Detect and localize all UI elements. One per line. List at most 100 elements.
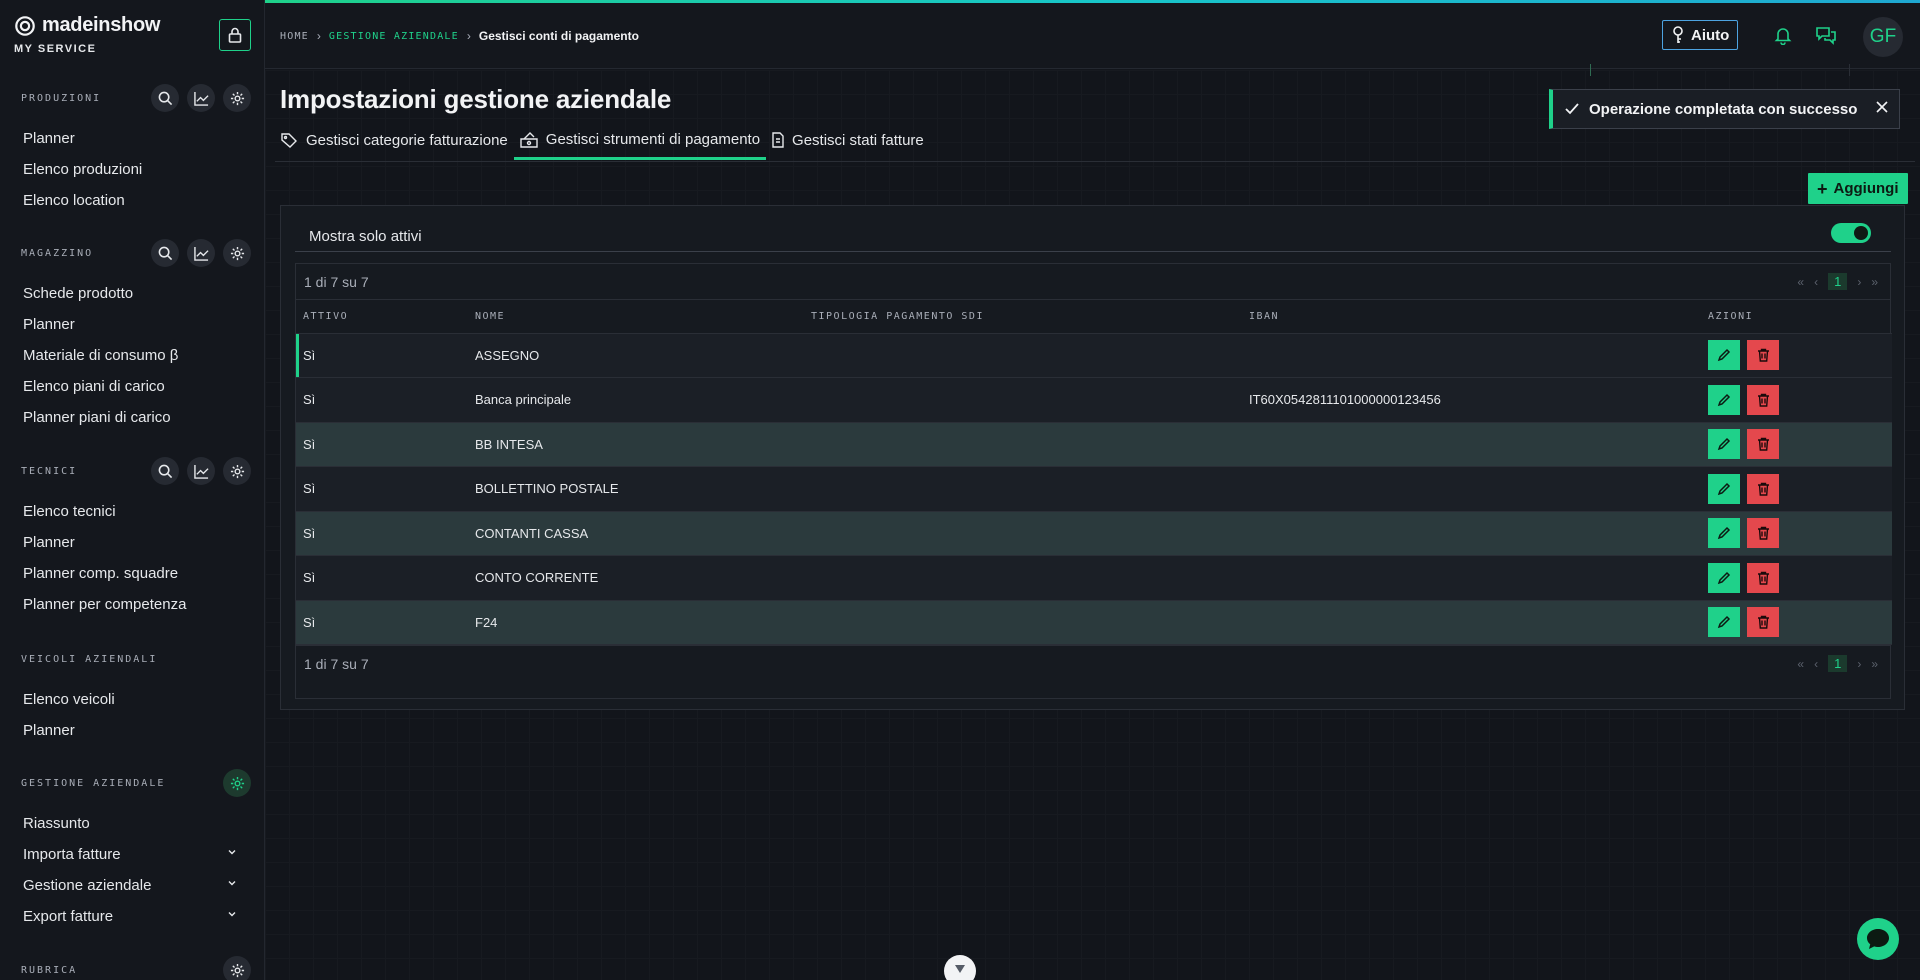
edit-button[interactable] <box>1708 384 1740 415</box>
tab-strumenti-pagamento[interactable]: Gestisci strumenti di pagamento <box>513 122 767 160</box>
pager-top: 1 di 7 su 7 « ‹ 1 › » <box>296 264 1890 300</box>
edit-button[interactable] <box>1708 518 1740 549</box>
table-row[interactable]: Sì CONTANTI CASSA <box>296 511 1892 556</box>
avatar[interactable]: GF <box>1863 17 1903 57</box>
edit-button[interactable] <box>1708 607 1740 638</box>
delete-button[interactable] <box>1747 607 1779 638</box>
column-header-iban[interactable]: IBAN <box>1242 300 1701 334</box>
next-page-icon[interactable]: › <box>1857 657 1861 671</box>
trash-icon <box>1757 349 1769 362</box>
last-page-icon[interactable]: » <box>1871 275 1878 289</box>
delete-button[interactable] <box>1747 473 1779 504</box>
payment-icon <box>520 131 538 148</box>
cell-iban <box>1242 600 1701 645</box>
table-row[interactable]: Sì Banca principale IT60X054281110100000… <box>296 377 1892 423</box>
sidebar-item-elenco-piani-carico[interactable]: Elenco piani di carico <box>0 371 264 402</box>
delete-button[interactable] <box>1747 340 1779 371</box>
help-button[interactable]: Aiuto <box>1662 20 1739 50</box>
sidebar-item-export-fatture[interactable]: Export fatture <box>0 901 264 932</box>
edit-button[interactable] <box>1708 429 1740 460</box>
column-header-tipologia[interactable]: TIPOLOGIA PAGAMENTO SDI <box>804 300 1242 334</box>
first-page-icon[interactable]: « <box>1797 657 1804 671</box>
search-icon <box>158 91 172 105</box>
delete-button[interactable] <box>1747 562 1779 593</box>
search-button[interactable] <box>151 84 179 112</box>
edit-button[interactable] <box>1708 473 1740 504</box>
scroll-handle[interactable] <box>944 955 976 980</box>
invoice-icon <box>772 132 784 148</box>
sidebar-item-elenco-veicoli[interactable]: Elenco veicoli <box>0 684 264 715</box>
sidebar-item-planner[interactable]: Planner <box>0 123 264 154</box>
chat-bubble-icon <box>1867 929 1889 949</box>
delete-button[interactable] <box>1747 429 1779 460</box>
delete-button[interactable] <box>1747 518 1779 549</box>
active-only-toggle[interactable] <box>1831 223 1871 243</box>
lock-button[interactable] <box>219 19 251 51</box>
table-row[interactable]: Sì BB INTESA <box>296 422 1892 467</box>
settings-button[interactable] <box>223 239 251 267</box>
add-button[interactable]: + Aggiungi <box>1808 173 1908 204</box>
toast-message: Operazione completata con successo <box>1589 100 1858 118</box>
table-row[interactable]: Sì BOLLETTINO POSTALE <box>296 466 1892 512</box>
success-toast: Operazione completata con successo <box>1549 89 1900 129</box>
sidebar-item-planner-squadre[interactable]: Planner comp. squadre <box>0 558 264 589</box>
sidebar-item-planner-piani-carico[interactable]: Planner piani di carico <box>0 402 264 433</box>
search-icon <box>158 246 172 260</box>
cell-iban <box>1242 466 1701 512</box>
sidebar-item-elenco-tecnici[interactable]: Elenco tecnici <box>0 496 264 527</box>
sidebar-item-elenco-produzioni[interactable]: Elenco produzioni <box>0 154 264 185</box>
cell-actions <box>1701 333 1892 378</box>
stats-button[interactable] <box>187 457 215 485</box>
sidebar-item-importa-fatture[interactable]: Importa fatture <box>0 839 264 870</box>
sidebar-item-planner[interactable]: Planner <box>0 715 264 746</box>
sidebar-item-planner[interactable]: Planner <box>0 527 264 558</box>
table-row[interactable]: Sì F24 <box>296 600 1892 645</box>
stats-button[interactable] <box>187 239 215 267</box>
last-page-icon[interactable]: » <box>1871 657 1878 671</box>
settings-button[interactable] <box>223 769 251 797</box>
settings-button[interactable] <box>223 956 251 980</box>
plus-icon: + <box>1817 178 1828 199</box>
settings-button[interactable] <box>223 84 251 112</box>
tab-categorie-fatturazione[interactable]: Gestisci categorie fatturazione <box>275 122 514 158</box>
column-header-nome[interactable]: NOME <box>468 300 804 334</box>
cell-tipologia <box>804 555 1242 601</box>
table-row[interactable]: Sì CONTO CORRENTE <box>296 555 1892 601</box>
brand[interactable]: madeinshow MY SERVICE <box>14 14 160 55</box>
cell-nome: Banca principale <box>468 377 804 423</box>
edit-button[interactable] <box>1708 340 1740 371</box>
settings-button[interactable] <box>223 457 251 485</box>
trash-icon <box>1757 527 1769 540</box>
stats-button[interactable] <box>187 84 215 112</box>
sidebar-item-materiale-consumo[interactable]: Materiale di consumo β <box>0 340 264 371</box>
search-button[interactable] <box>151 239 179 267</box>
page-number[interactable]: 1 <box>1828 273 1848 290</box>
edit-button[interactable] <box>1708 562 1740 593</box>
sidebar-item-schede-prodotto[interactable]: Schede prodotto <box>0 278 264 309</box>
cell-nome: F24 <box>468 600 804 645</box>
sidebar-item-label: Gestione aziendale <box>23 877 152 894</box>
key-icon <box>1673 26 1683 43</box>
sidebar-item-elenco-location[interactable]: Elenco location <box>0 185 264 216</box>
close-icon[interactable] <box>1875 100 1889 114</box>
next-page-icon[interactable]: › <box>1857 275 1861 289</box>
sidebar-item-planner[interactable]: Planner <box>0 309 264 340</box>
prev-page-icon[interactable]: ‹ <box>1814 657 1818 671</box>
tab-stati-fatture[interactable]: Gestisci stati fatture <box>766 122 930 158</box>
prev-page-icon[interactable]: ‹ <box>1814 275 1818 289</box>
page-number[interactable]: 1 <box>1828 655 1848 672</box>
trash-icon <box>1757 482 1769 496</box>
chat-fab-button[interactable] <box>1857 918 1899 960</box>
search-button[interactable] <box>151 457 179 485</box>
column-header-attivo[interactable]: ATTIVO <box>296 300 468 334</box>
breadcrumb-section[interactable]: GESTIONE AZIENDALE <box>329 31 459 42</box>
first-page-icon[interactable]: « <box>1797 275 1804 289</box>
breadcrumb-home[interactable]: HOME <box>280 31 309 42</box>
sidebar-item-riassunto[interactable]: Riassunto <box>0 808 264 839</box>
delete-button[interactable] <box>1747 384 1779 415</box>
sidebar-item-planner-competenza[interactable]: Planner per competenza <box>0 589 264 620</box>
bell-icon[interactable] <box>1773 25 1793 45</box>
sidebar-item-gestione-aziendale[interactable]: Gestione aziendale <box>0 870 264 901</box>
chat-icon[interactable] <box>1815 25 1837 45</box>
table-row[interactable]: Sì ASSEGNO <box>296 333 1892 378</box>
